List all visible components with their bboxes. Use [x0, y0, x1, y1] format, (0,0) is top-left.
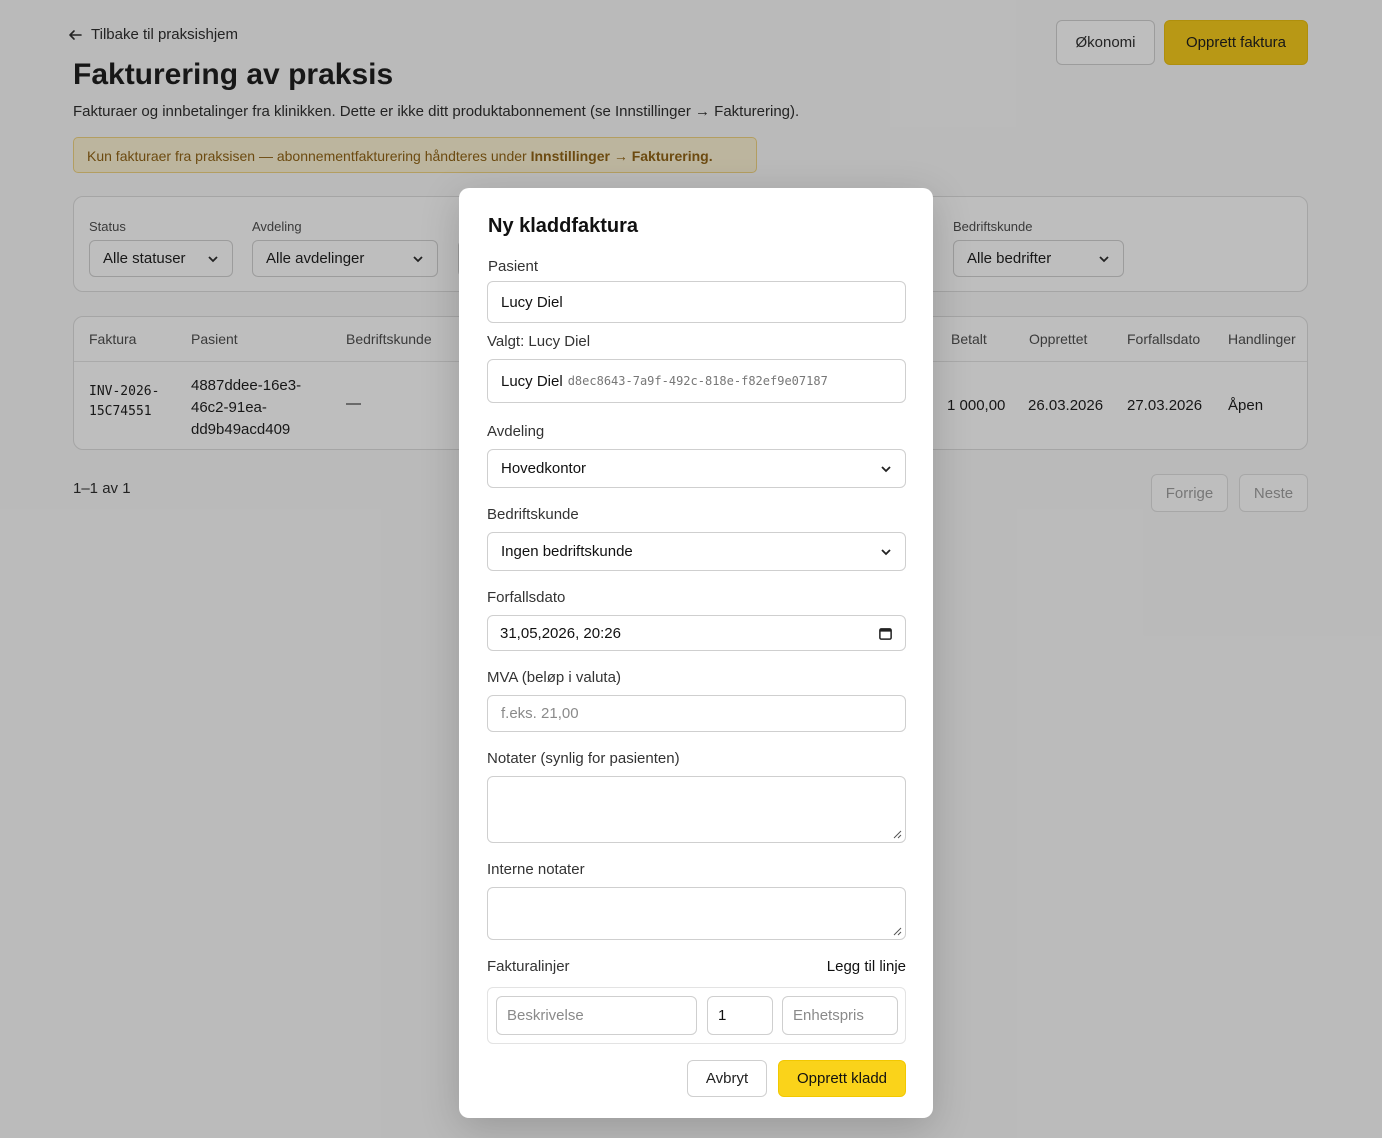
company-select[interactable]: Ingen bedriftskunde: [487, 532, 906, 571]
patient-option-name: Lucy Diel: [501, 372, 563, 390]
notes-textarea[interactable]: [487, 776, 906, 843]
vat-input[interactable]: f.eks. 21,00: [487, 695, 906, 732]
due-date-label: Forfallsdato: [487, 589, 566, 606]
patient-search-input[interactable]: Lucy Diel: [487, 281, 906, 323]
chevron-down-icon: [881, 465, 891, 472]
company-select-value: Ingen bedriftskunde: [501, 543, 633, 560]
department-select[interactable]: Hovedkontor: [487, 449, 906, 488]
line-description-placeholder: Beskrivelse: [507, 1007, 584, 1024]
company-label: Bedriftskunde: [487, 506, 579, 523]
dialog-title: Ny kladdfaktura: [488, 215, 639, 237]
chevron-down-icon: [881, 548, 891, 555]
department-label: Avdeling: [487, 423, 545, 440]
selected-patient-label: Valgt: Lucy Diel: [487, 333, 591, 350]
new-draft-invoice-dialog: Ny kladdfaktura Pasient Lucy Diel Valgt:…: [459, 188, 933, 1118]
line-unit-price-placeholder: Enhetspris: [793, 1007, 864, 1024]
cancel-button[interactable]: Avbryt: [687, 1060, 767, 1097]
notes-label: Notater (synlig for pasienten): [487, 750, 680, 767]
invoice-line-row: Beskrivelse 1 Enhetspris: [487, 987, 906, 1044]
due-date-value: 31,05,2026, 20:26: [500, 624, 621, 642]
vat-label: MVA (beløp i valuta): [487, 669, 621, 686]
line-description-input[interactable]: Beskrivelse: [496, 996, 697, 1035]
invoice-lines-label: Fakturalinjer: [487, 958, 570, 975]
calendar-icon[interactable]: [878, 626, 893, 641]
line-unit-price-input[interactable]: Enhetspris: [782, 996, 898, 1035]
patient-option[interactable]: Lucy Diel d8ec8643-7a9f-492c-818e-f82ef9…: [487, 359, 906, 403]
resize-grip-icon[interactable]: [892, 829, 902, 839]
department-select-value: Hovedkontor: [501, 460, 587, 477]
resize-grip-icon[interactable]: [892, 926, 902, 936]
internal-notes-label: Interne notater: [487, 861, 585, 878]
add-line-button[interactable]: Legg til linje: [827, 958, 906, 975]
due-date-input[interactable]: 31,05,2026, 20:26: [487, 615, 906, 651]
patient-option-id: d8ec8643-7a9f-492c-818e-f82ef9e07187: [567, 374, 828, 388]
line-quantity-input[interactable]: 1: [707, 996, 773, 1035]
internal-notes-textarea[interactable]: [487, 887, 906, 940]
patient-search-value: Lucy Diel: [501, 293, 563, 311]
vat-placeholder: f.eks. 21,00: [501, 705, 579, 722]
line-quantity-value: 1: [718, 1007, 727, 1024]
patient-label: Pasient: [488, 258, 539, 275]
create-draft-button[interactable]: Opprett kladd: [778, 1060, 906, 1097]
